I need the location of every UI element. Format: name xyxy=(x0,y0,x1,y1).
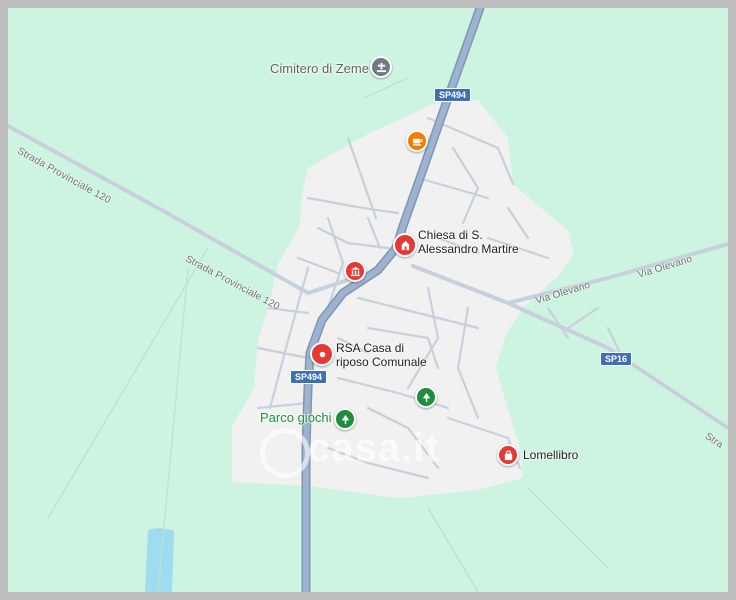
tree-icon[interactable] xyxy=(334,408,356,430)
road-shield-sp16: SP16 xyxy=(600,352,633,366)
map-geometry xyxy=(8,8,728,592)
chiesa-label-line1: Chiesa di S. xyxy=(418,228,483,242)
cemetery-icon[interactable] xyxy=(370,56,392,78)
watermark-logo xyxy=(260,428,310,478)
rsa-label-line1: RSA Casa di xyxy=(336,341,405,355)
road-shield-sp494-top: SP494 xyxy=(434,88,472,102)
map-canvas[interactable]: Strada Provinciale 120 Strada Provincial… xyxy=(8,8,728,592)
location-pin-icon[interactable] xyxy=(310,342,334,366)
place-label-parco[interactable]: Parco giochi xyxy=(260,410,332,426)
rsa-label-line2: riposo Comunale xyxy=(336,354,427,369)
park-tree-icon[interactable] xyxy=(415,386,437,408)
place-label-lomellibro[interactable]: Lomellibro xyxy=(523,448,578,463)
place-label-rsa[interactable]: RSA Casa di riposo Comunale xyxy=(336,341,427,370)
watermark-text: casa.it xyxy=(308,426,440,470)
chiesa-label-line2: Alessandro Martire xyxy=(418,241,519,256)
town-hall-icon[interactable] xyxy=(344,260,366,282)
map-frame: Strada Provinciale 120 Strada Provincial… xyxy=(0,0,736,600)
road-shield-sp494-bottom: SP494 xyxy=(290,370,328,384)
cafe-icon[interactable] xyxy=(406,130,428,152)
place-label-chiesa[interactable]: Chiesa di S. Alessandro Martire xyxy=(418,228,519,257)
shopping-bag-icon[interactable] xyxy=(497,444,519,466)
place-label-cimitero[interactable]: Cimitero di Zeme xyxy=(270,61,369,77)
church-icon[interactable] xyxy=(393,233,417,257)
